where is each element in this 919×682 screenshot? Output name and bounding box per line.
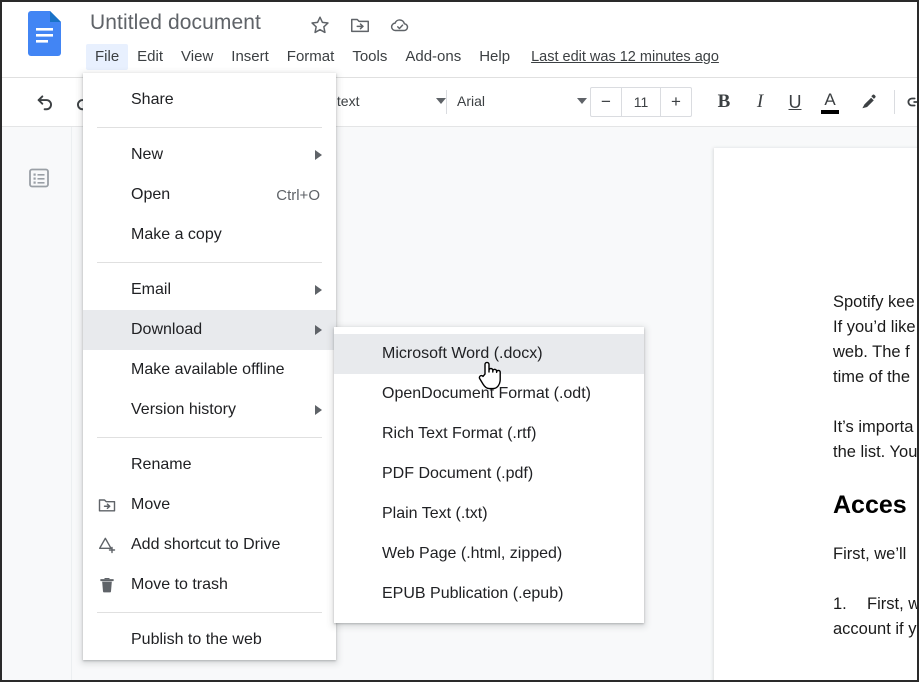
- file-menu-item-rename[interactable]: Rename: [83, 445, 336, 485]
- menu-help[interactable]: Help: [470, 44, 519, 70]
- file-menu-item-download[interactable]: Download: [83, 310, 336, 350]
- file-menu-item-email[interactable]: Email: [83, 270, 336, 310]
- underline-button[interactable]: U: [781, 88, 809, 116]
- font-size-decrease-button[interactable]: −: [591, 88, 621, 116]
- download-option-txt[interactable]: Plain Text (.txt): [334, 494, 644, 534]
- menu-item-shortcut: Ctrl+O: [276, 186, 320, 204]
- menu-item-label: Move to trash: [131, 576, 228, 593]
- menu-view[interactable]: View: [172, 44, 222, 70]
- menu-bar: File Edit View Insert Format Tools Add-o…: [86, 44, 719, 70]
- menu-item-label: New: [131, 146, 164, 163]
- font-family-value: Arial: [457, 93, 486, 109]
- document-outline-icon[interactable]: [27, 166, 51, 190]
- download-submenu: Microsoft Word (.docx) OpenDocument Form…: [334, 327, 644, 623]
- document-heading: Acces: [833, 491, 907, 519]
- star-icon[interactable]: [309, 14, 331, 36]
- file-menu-item-publish-to-the-web[interactable]: Publish to the web: [83, 620, 336, 660]
- menu-separator: [97, 437, 322, 438]
- download-option-rtf[interactable]: Rich Text Format (.rtf): [334, 414, 644, 454]
- submenu-arrow-icon: [315, 150, 322, 160]
- menu-item-label: Email: [131, 281, 172, 298]
- cloud-saved-icon[interactable]: [389, 14, 411, 36]
- menu-item-label: Open: [131, 186, 171, 203]
- chevron-down-icon: [577, 98, 587, 104]
- menu-item-label: Make available offline: [131, 361, 285, 378]
- insert-link-button[interactable]: [902, 88, 917, 116]
- download-option-epub[interactable]: EPUB Publication (.epub): [334, 574, 644, 614]
- font-size-stepper: − 11 +: [590, 87, 692, 117]
- add-shortcut-to-drive-icon: [97, 535, 117, 555]
- google-docs-logo[interactable]: [28, 11, 61, 56]
- menu-item-label: Rename: [131, 456, 192, 473]
- highlight-color-button[interactable]: [854, 88, 882, 116]
- menu-format[interactable]: Format: [278, 44, 344, 70]
- google-docs-window: Untitled document File Edit View Insert …: [0, 0, 919, 682]
- move-to-folder-icon[interactable]: [349, 14, 371, 36]
- menu-separator: [97, 612, 322, 613]
- menu-edit[interactable]: Edit: [128, 44, 172, 70]
- download-option-odt[interactable]: OpenDocument Format (.odt): [334, 374, 644, 414]
- document-paragraph: Spotify kee If you’d like web. The f tim…: [833, 293, 916, 386]
- font-size-increase-button[interactable]: +: [661, 88, 691, 116]
- file-menu-item-move-to-trash[interactable]: Move to trash: [83, 565, 336, 605]
- toolbar-separator-2: [446, 90, 447, 114]
- document-page[interactable]: Spotify kee If you’d like web. The f tim…: [714, 148, 918, 680]
- move-to-folder-icon: [97, 495, 117, 515]
- menu-item-label: Make a copy: [131, 226, 222, 243]
- file-menu-item-open[interactable]: Open Ctrl+O: [83, 175, 336, 215]
- text-color-swatch: [821, 109, 839, 114]
- undo-icon[interactable]: [35, 90, 57, 112]
- outline-rail: [2, 127, 72, 680]
- menu-item-label: Add shortcut to Drive: [131, 536, 281, 553]
- file-menu-item-new[interactable]: New: [83, 135, 336, 175]
- file-menu-item-add-shortcut-to-drive[interactable]: Add shortcut to Drive: [83, 525, 336, 565]
- menu-item-label: Share: [131, 91, 174, 108]
- menu-tools[interactable]: Tools: [343, 44, 396, 70]
- document-title[interactable]: Untitled document: [90, 11, 261, 35]
- list-item-number: 1.: [833, 595, 847, 613]
- font-size-input[interactable]: 11: [621, 88, 661, 116]
- menu-file[interactable]: File: [86, 44, 129, 70]
- italic-button[interactable]: I: [746, 88, 774, 116]
- last-edit-link[interactable]: Last edit was 12 minutes ago: [531, 49, 719, 65]
- font-family-select[interactable]: Arial: [457, 89, 587, 113]
- file-menu-item-share[interactable]: Share: [83, 80, 336, 120]
- file-menu-dropdown: Share New Open Ctrl+O Make a copy Email …: [83, 73, 336, 660]
- menu-item-label: Move: [131, 496, 171, 513]
- file-menu-item-make-a-copy[interactable]: Make a copy: [83, 215, 336, 255]
- bold-button[interactable]: B: [710, 88, 738, 116]
- download-option-html[interactable]: Web Page (.html, zipped): [334, 534, 644, 574]
- submenu-arrow-icon: [315, 285, 322, 295]
- menu-item-label: Download: [131, 321, 203, 338]
- title-action-icons: [309, 14, 411, 36]
- menu-item-label: Version history: [131, 401, 236, 418]
- text-color-button[interactable]: A: [816, 88, 844, 116]
- app-header: Untitled document File Edit View Insert …: [2, 2, 917, 78]
- chevron-down-icon: [436, 98, 446, 104]
- menu-addons[interactable]: Add-ons: [396, 44, 470, 70]
- menu-separator: [97, 262, 322, 263]
- text-color-letter: A: [824, 89, 836, 109]
- download-option-pdf[interactable]: PDF Document (.pdf): [334, 454, 644, 494]
- menu-item-label: Publish to the web: [131, 631, 262, 648]
- file-menu-item-version-history[interactable]: Version history: [83, 390, 336, 430]
- document-paragraph: It’s importa the list. You: [833, 418, 918, 461]
- document-list-item: 1. First, w account if y: [833, 592, 917, 642]
- file-menu-item-make-available-offline[interactable]: Make available offline: [83, 350, 336, 390]
- menu-insert[interactable]: Insert: [222, 44, 278, 70]
- highlight-pen-icon: [861, 94, 876, 108]
- document-body[interactable]: Spotify kee If you’d like web. The f tim…: [833, 290, 918, 642]
- submenu-arrow-icon: [315, 325, 322, 335]
- file-menu-item-move[interactable]: Move: [83, 485, 336, 525]
- insert-link-icon: [907, 97, 917, 107]
- submenu-arrow-icon: [315, 405, 322, 415]
- document-paragraph: First, we’ll: [833, 545, 907, 563]
- toolbar-separator-3: [894, 90, 895, 114]
- download-option-docx[interactable]: Microsoft Word (.docx): [334, 334, 644, 374]
- menu-separator: [97, 127, 322, 128]
- trash-icon: [97, 575, 117, 595]
